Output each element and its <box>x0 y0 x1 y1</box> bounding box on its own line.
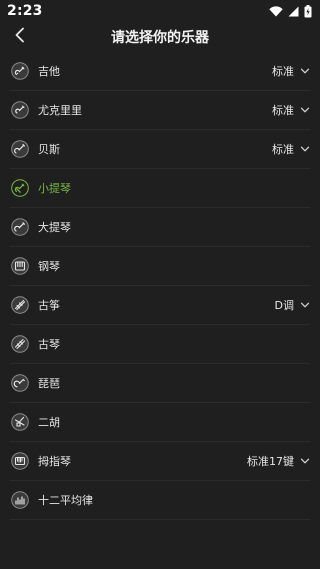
chevron-down-icon <box>300 105 310 115</box>
violin-icon <box>11 179 29 197</box>
instrument-select-screen: 2:23 请选择你的乐器 吉他 标准 尤克里里 标准 贝斯 标准 小提琴 大提琴… <box>0 0 320 569</box>
chevron-down-icon <box>300 66 310 76</box>
chevron-down-icon <box>300 144 310 154</box>
instrument-row[interactable]: 贝斯 标准 <box>10 130 310 169</box>
tuning-value: 标准 <box>272 143 294 156</box>
instrument-list: 吉他 标准 尤克里里 标准 贝斯 标准 小提琴 大提琴 钢琴 古筝 D调 古琴 琵琶 二胡 拇指琴 标准17键… <box>0 52 320 520</box>
wifi-icon <box>269 5 283 17</box>
chevron-down-icon <box>300 300 310 310</box>
ukulele-icon <box>11 101 29 119</box>
instrument-name: 古琴 <box>38 338 60 351</box>
instrument-row[interactable]: 古筝 D调 <box>10 286 310 325</box>
instrument-row[interactable]: 钢琴 <box>10 247 310 286</box>
instrument-row[interactable]: 古琴 <box>10 325 310 364</box>
instrument-name: 贝斯 <box>38 143 60 156</box>
pipa-icon <box>11 374 29 392</box>
instrument-name: 小提琴 <box>38 182 71 195</box>
battery-charging-icon <box>304 4 312 18</box>
instrument-name: 二胡 <box>38 416 60 429</box>
title-bar: 请选择你的乐器 <box>0 22 320 52</box>
piano-icon <box>11 257 29 275</box>
guqin-icon <box>11 335 29 353</box>
instrument-name: 琵琶 <box>38 377 60 390</box>
instrument-name: 大提琴 <box>38 221 71 234</box>
instrument-row[interactable]: 大提琴 <box>10 208 310 247</box>
equal-temperament-icon <box>11 491 29 509</box>
instrument-row[interactable]: 小提琴 <box>10 169 310 208</box>
instrument-name: 古筝 <box>38 299 60 312</box>
chevron-down-icon <box>300 456 310 466</box>
bass-icon <box>11 140 29 158</box>
tuning-value: D调 <box>274 299 294 312</box>
instrument-name: 尤克里里 <box>38 104 82 117</box>
status-time: 2:23 <box>7 3 43 19</box>
tuning-dropdown[interactable]: 标准 <box>272 141 310 157</box>
instrument-row[interactable]: 拇指琴 标准17键 <box>10 442 310 481</box>
back-button[interactable] <box>8 25 32 49</box>
instrument-name: 十二平均律 <box>38 494 93 507</box>
tuning-value: 标准17键 <box>247 455 294 468</box>
instrument-row[interactable]: 尤克里里 标准 <box>10 91 310 130</box>
tuning-dropdown[interactable]: 标准17键 <box>247 453 310 469</box>
tuning-dropdown[interactable]: 标准 <box>272 63 310 79</box>
signal-icon <box>288 6 299 17</box>
tuning-dropdown[interactable]: 标准 <box>272 102 310 118</box>
instrument-name: 吉他 <box>38 65 60 78</box>
instrument-name: 拇指琴 <box>38 455 71 468</box>
guitar-icon <box>11 62 29 80</box>
chevron-left-icon <box>14 27 26 47</box>
tuning-dropdown[interactable]: D调 <box>275 297 310 313</box>
status-bar: 2:23 <box>0 0 320 22</box>
tuning-value: 标准 <box>272 104 294 117</box>
guzheng-icon <box>11 296 29 314</box>
tuning-value: 标准 <box>272 65 294 78</box>
instrument-row[interactable]: 二胡 <box>10 403 310 442</box>
instrument-row[interactable]: 十二平均律 <box>10 481 310 520</box>
instrument-row[interactable]: 琵琶 <box>10 364 310 403</box>
kalimba-icon <box>11 452 29 470</box>
erhu-icon <box>11 413 29 431</box>
cello-icon <box>11 218 29 236</box>
page-title: 请选择你的乐器 <box>111 30 209 46</box>
status-icons <box>269 4 312 18</box>
instrument-name: 钢琴 <box>38 260 60 273</box>
instrument-row[interactable]: 吉他 标准 <box>10 52 310 91</box>
